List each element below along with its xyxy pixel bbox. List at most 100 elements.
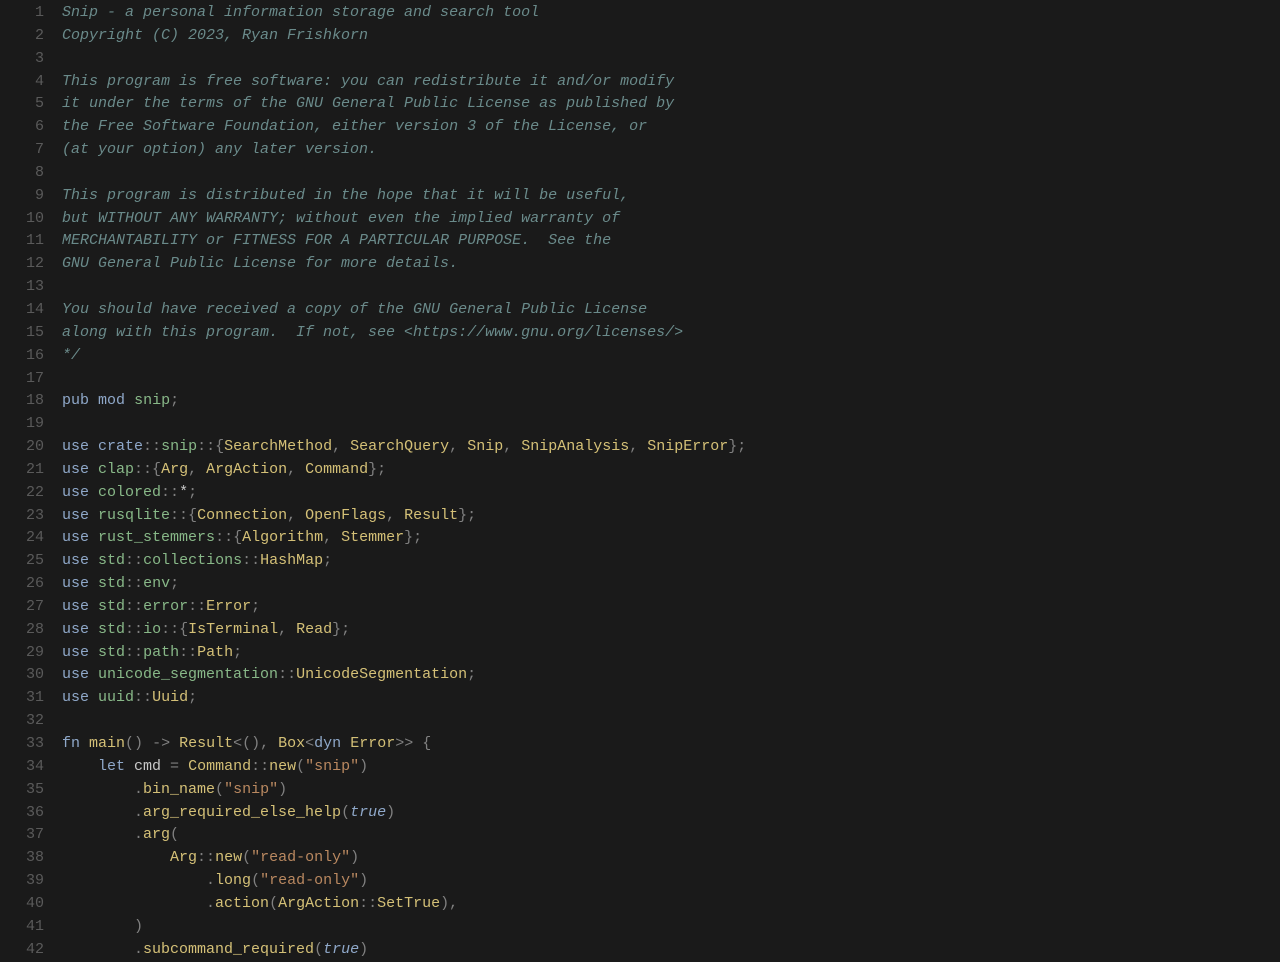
code-line[interactable]: Copyright (C) 2023, Ryan Frishkorn — [62, 25, 1280, 48]
code-line[interactable]: .action(ArgAction::SetTrue), — [62, 893, 1280, 916]
code-line[interactable]: but WITHOUT ANY WARRANTY; without even t… — [62, 208, 1280, 231]
token-comment: the Free Software Foundation, either ver… — [62, 118, 647, 135]
code-line[interactable]: pub mod snip; — [62, 390, 1280, 413]
token-keyword: use — [62, 461, 89, 478]
token-string: "snip" — [305, 758, 359, 775]
code-line[interactable]: use std::path::Path; — [62, 642, 1280, 665]
code-line[interactable] — [62, 413, 1280, 436]
code-line[interactable]: along with this program. If not, see <ht… — [62, 322, 1280, 345]
token-punct: , — [287, 461, 305, 478]
code-line[interactable]: This program is distributed in the hope … — [62, 185, 1280, 208]
token-keyword: mod — [98, 392, 125, 409]
line-number: 29 — [0, 642, 44, 665]
code-line[interactable]: .arg( — [62, 824, 1280, 847]
token-ident — [89, 507, 98, 524]
token-punct: ) — [386, 804, 395, 821]
code-line[interactable]: use clap::{Arg, ArgAction, Command}; — [62, 459, 1280, 482]
line-number: 14 — [0, 299, 44, 322]
token-punct: :: — [197, 849, 215, 866]
token-punct: :: — [251, 758, 269, 775]
token-comment: but WITHOUT ANY WARRANTY; without even t… — [62, 210, 620, 227]
code-line[interactable]: You should have received a copy of the G… — [62, 299, 1280, 322]
code-line[interactable]: MERCHANTABILITY or FITNESS FOR A PARTICU… — [62, 230, 1280, 253]
code-line[interactable]: ) — [62, 916, 1280, 939]
code-line[interactable]: it under the terms of the GNU General Pu… — [62, 93, 1280, 116]
token-module: rusqlite — [98, 507, 170, 524]
code-line[interactable]: use std::env; — [62, 573, 1280, 596]
token-punct: , — [332, 438, 350, 455]
code-line[interactable]: the Free Software Foundation, either ver… — [62, 116, 1280, 139]
code-line[interactable]: use colored::*; — [62, 482, 1280, 505]
token-type: Snip — [467, 438, 503, 455]
code-line[interactable]: fn main() -> Result<(), Box<dyn Error>> … — [62, 733, 1280, 756]
token-punct: ( — [296, 758, 305, 775]
token-punct: ), — [440, 895, 458, 912]
token-punct: ::{ — [197, 438, 224, 455]
token-type: UnicodeSegmentation — [296, 666, 467, 683]
code-line[interactable]: let cmd = Command::new("snip") — [62, 756, 1280, 779]
code-line[interactable]: use std::collections::HashMap; — [62, 550, 1280, 573]
token-bool: true — [350, 804, 386, 821]
token-comment: */ — [62, 347, 80, 364]
token-punct: ( — [341, 804, 350, 821]
token-ident — [89, 484, 98, 501]
token-keyword: use — [62, 575, 89, 592]
token-op: -> — [152, 735, 170, 752]
code-line[interactable]: use unicode_segmentation::UnicodeSegment… — [62, 664, 1280, 687]
code-line[interactable]: use std::io::{IsTerminal, Read}; — [62, 619, 1280, 642]
token-type: Arg — [161, 461, 188, 478]
code-line[interactable] — [62, 48, 1280, 71]
code-line[interactable]: use rust_stemmers::{Algorithm, Stemmer}; — [62, 527, 1280, 550]
line-number: 38 — [0, 847, 44, 870]
token-type: Read — [296, 621, 332, 638]
code-line[interactable]: use uuid::Uuid; — [62, 687, 1280, 710]
code-line[interactable]: */ — [62, 345, 1280, 368]
line-number: 40 — [0, 893, 44, 916]
code-line[interactable]: .subcommand_required(true) — [62, 939, 1280, 962]
token-punct: < — [305, 735, 314, 752]
token-punct: , — [449, 438, 467, 455]
code-line[interactable]: .arg_required_else_help(true) — [62, 802, 1280, 825]
token-ident — [89, 621, 98, 638]
token-comment: Snip - a personal information storage an… — [62, 4, 539, 21]
line-number: 8 — [0, 162, 44, 185]
line-number: 9 — [0, 185, 44, 208]
code-line[interactable] — [62, 710, 1280, 733]
token-type: Arg — [170, 849, 197, 866]
code-line[interactable]: (at your option) any later version. — [62, 139, 1280, 162]
token-punct: ; — [188, 484, 197, 501]
code-line[interactable] — [62, 368, 1280, 391]
code-line[interactable]: Snip - a personal information storage an… — [62, 2, 1280, 25]
token-keyword: let — [98, 758, 125, 775]
code-content[interactable]: Snip - a personal information storage an… — [62, 2, 1280, 961]
token-keyword: pub — [62, 392, 89, 409]
token-type: Path — [197, 644, 233, 661]
token-punct: >> { — [395, 735, 431, 752]
code-line[interactable]: This program is free software: you can r… — [62, 71, 1280, 94]
token-module: snip — [161, 438, 197, 455]
token-module: uuid — [98, 689, 134, 706]
code-line[interactable]: .long("read-only") — [62, 870, 1280, 893]
token-ident — [89, 666, 98, 683]
code-line[interactable] — [62, 162, 1280, 185]
token-ident — [89, 392, 98, 409]
line-number: 24 — [0, 527, 44, 550]
code-line[interactable] — [62, 276, 1280, 299]
token-type: SnipAnalysis — [521, 438, 629, 455]
code-line[interactable]: use rusqlite::{Connection, OpenFlags, Re… — [62, 505, 1280, 528]
code-line[interactable]: Arg::new("read-only") — [62, 847, 1280, 870]
token-punct: }; — [728, 438, 746, 455]
token-punct: . — [206, 895, 215, 912]
token-ident — [341, 735, 350, 752]
code-editor[interactable]: 1234567891011121314151617181920212223242… — [0, 0, 1280, 961]
code-line[interactable]: use std::error::Error; — [62, 596, 1280, 619]
code-line[interactable]: .bin_name("snip") — [62, 779, 1280, 802]
token-punct: :: — [161, 484, 179, 501]
token-comment: along with this program. If not, see <ht… — [62, 324, 683, 341]
token-punct: ( — [314, 941, 323, 958]
code-line[interactable]: GNU General Public License for more deta… — [62, 253, 1280, 276]
token-keyword: use — [62, 621, 89, 638]
code-line[interactable]: use crate::snip::{SearchMethod, SearchQu… — [62, 436, 1280, 459]
token-func: new — [269, 758, 296, 775]
token-ident — [125, 392, 134, 409]
